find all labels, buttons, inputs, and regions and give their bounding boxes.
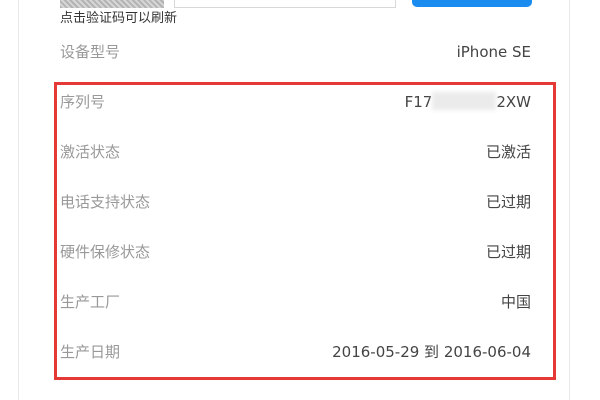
serial-suffix: 2XW bbox=[496, 93, 531, 111]
phone-support-row: 电话支持状态 已过期 bbox=[60, 190, 531, 214]
activation-status-row: 激活状态 已激活 bbox=[60, 140, 531, 164]
captcha-image[interactable] bbox=[60, 0, 164, 8]
phone-support-label: 电话支持状态 bbox=[60, 193, 151, 211]
hardware-warranty-value: 已过期 bbox=[485, 243, 531, 261]
serial-number-row: 序列号 F17 2XW bbox=[60, 90, 531, 114]
hardware-warranty-label: 硬件保修状态 bbox=[60, 243, 151, 261]
factory-label: 生产工厂 bbox=[60, 293, 121, 311]
manufacture-date-row: 生产日期 2016-05-29 到 2016-06-04 bbox=[60, 340, 531, 364]
device-model-row: 设备型号 iPhone SE bbox=[60, 40, 531, 64]
card-border-right bbox=[569, 0, 570, 400]
phone-support-value: 已过期 bbox=[485, 193, 531, 211]
factory-row: 生产工厂 中国 bbox=[60, 290, 531, 314]
serial-number-label: 序列号 bbox=[60, 93, 106, 111]
activation-status-value: 已激活 bbox=[485, 143, 531, 161]
highlight-annotation-box bbox=[54, 82, 556, 380]
device-info-page: 点击验证码可以刷新 设备型号 iPhone SE 序列号 F17 2XW 激活状态… bbox=[0, 0, 600, 400]
manufacture-date-label: 生产日期 bbox=[60, 343, 121, 361]
serial-prefix: F17 bbox=[404, 93, 433, 111]
hardware-warranty-row: 硬件保修状态 已过期 bbox=[60, 240, 531, 264]
manufacture-date-value: 2016-05-29 到 2016-06-04 bbox=[332, 343, 531, 361]
activation-status-label: 激活状态 bbox=[60, 143, 121, 161]
serial-number-value: F17 2XW bbox=[405, 90, 531, 114]
captcha-refresh-hint: 点击验证码可以刷新 bbox=[60, 11, 178, 26]
device-model-value: iPhone SE bbox=[456, 43, 531, 61]
submit-button[interactable] bbox=[412, 0, 532, 7]
card-border-left bbox=[18, 0, 19, 400]
serial-redaction bbox=[432, 92, 497, 110]
factory-value: 中国 bbox=[500, 293, 531, 311]
device-model-label: 设备型号 bbox=[60, 43, 121, 61]
captcha-input[interactable] bbox=[174, 0, 396, 8]
